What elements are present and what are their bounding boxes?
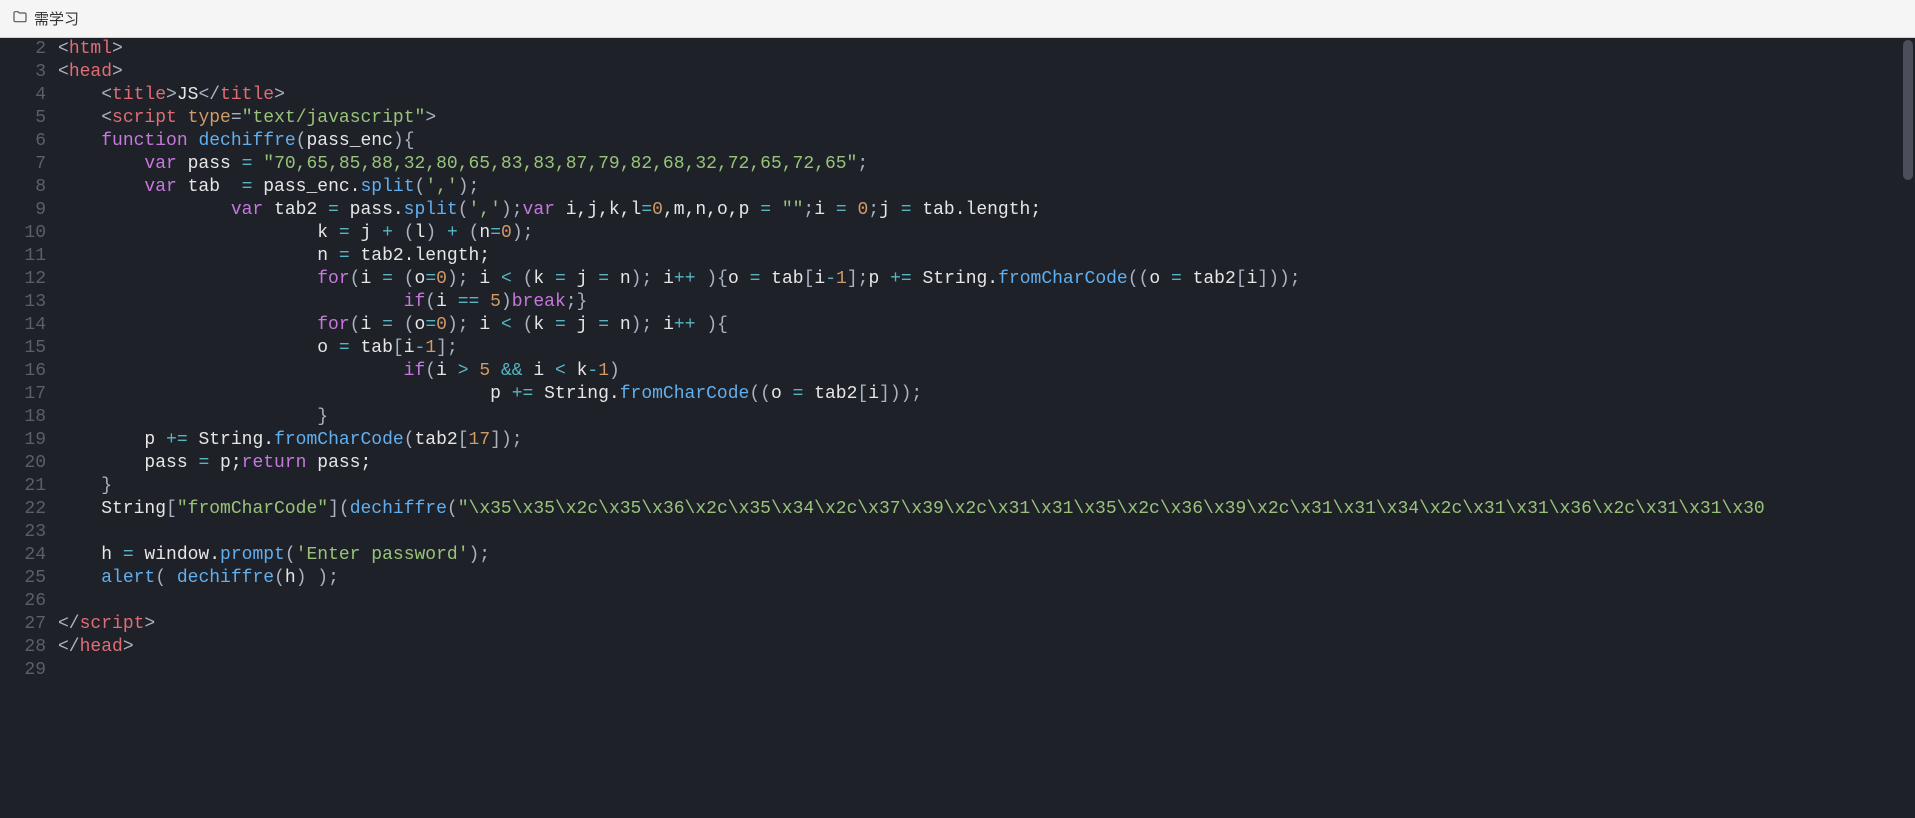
line-number: 24	[0, 544, 46, 567]
code-line[interactable]: if(i > 5 && i < k-1)	[58, 360, 1915, 383]
code-line[interactable]	[58, 590, 1915, 613]
line-number: 7	[0, 153, 46, 176]
vertical-scrollbar[interactable]	[1901, 38, 1915, 818]
code-line[interactable]: }	[58, 475, 1915, 498]
code-line[interactable]: function dechiffre(pass_enc){	[58, 130, 1915, 153]
line-number: 20	[0, 452, 46, 475]
code-line[interactable]: alert( dechiffre(h) );	[58, 567, 1915, 590]
code-line[interactable]: o = tab[i-1];	[58, 337, 1915, 360]
line-number: 16	[0, 360, 46, 383]
code-line[interactable]: <head>	[58, 61, 1915, 84]
code-line[interactable]: <title>JS</title>	[58, 84, 1915, 107]
line-number: 17	[0, 383, 46, 406]
line-number: 5	[0, 107, 46, 130]
code-line[interactable]	[58, 521, 1915, 544]
code-line[interactable]: p += String.fromCharCode((o = tab2[i]));	[58, 383, 1915, 406]
line-number: 28	[0, 636, 46, 659]
code-line[interactable]	[58, 659, 1915, 682]
code-line[interactable]: <html>	[58, 38, 1915, 61]
code-line[interactable]: var tab = pass_enc.split(',');	[58, 176, 1915, 199]
code-line[interactable]: </head>	[58, 636, 1915, 659]
code-line[interactable]: }	[58, 406, 1915, 429]
code-line[interactable]: var pass = "70,65,85,88,32,80,65,83,83,8…	[58, 153, 1915, 176]
tab-bar: 需学习	[0, 0, 1915, 38]
code-line[interactable]: for(i = (o=0); i < (k = j = n); i++ ){	[58, 314, 1915, 337]
scrollbar-thumb[interactable]	[1903, 40, 1913, 180]
folder-icon	[12, 9, 28, 29]
line-number: 2	[0, 38, 46, 61]
line-number: 22	[0, 498, 46, 521]
code-content[interactable]: <html><head> <title>JS</title> <script t…	[58, 38, 1915, 818]
line-number: 4	[0, 84, 46, 107]
line-number: 15	[0, 337, 46, 360]
code-line[interactable]: p += String.fromCharCode(tab2[17]);	[58, 429, 1915, 452]
code-line[interactable]: var tab2 = pass.split(',');var i,j,k,l=0…	[58, 199, 1915, 222]
line-number: 9	[0, 199, 46, 222]
line-number: 18	[0, 406, 46, 429]
line-number: 29	[0, 659, 46, 682]
line-number: 12	[0, 268, 46, 291]
line-number: 11	[0, 245, 46, 268]
line-number: 21	[0, 475, 46, 498]
code-editor[interactable]: 2345678910111213141516171819202122232425…	[0, 38, 1915, 818]
line-number: 3	[0, 61, 46, 84]
code-line[interactable]: </script>	[58, 613, 1915, 636]
code-line[interactable]: for(i = (o=0); i < (k = j = n); i++ ){o …	[58, 268, 1915, 291]
line-number: 27	[0, 613, 46, 636]
line-number: 23	[0, 521, 46, 544]
line-number: 25	[0, 567, 46, 590]
line-number: 26	[0, 590, 46, 613]
bookmark-tab[interactable]: 需学习	[12, 8, 79, 29]
line-number: 6	[0, 130, 46, 153]
line-number: 13	[0, 291, 46, 314]
bookmark-tab-label: 需学习	[34, 8, 79, 29]
code-line[interactable]: String["fromCharCode"](dechiffre("\x35\x…	[58, 498, 1915, 521]
line-number-gutter: 2345678910111213141516171819202122232425…	[0, 38, 58, 818]
code-line[interactable]: <script type="text/javascript">	[58, 107, 1915, 130]
code-line[interactable]: h = window.prompt('Enter password');	[58, 544, 1915, 567]
code-line[interactable]: n = tab2.length;	[58, 245, 1915, 268]
code-line[interactable]: k = j + (l) + (n=0);	[58, 222, 1915, 245]
code-line[interactable]: pass = p;return pass;	[58, 452, 1915, 475]
code-line[interactable]: if(i == 5)break;}	[58, 291, 1915, 314]
line-number: 10	[0, 222, 46, 245]
line-number: 19	[0, 429, 46, 452]
line-number: 14	[0, 314, 46, 337]
line-number: 8	[0, 176, 46, 199]
